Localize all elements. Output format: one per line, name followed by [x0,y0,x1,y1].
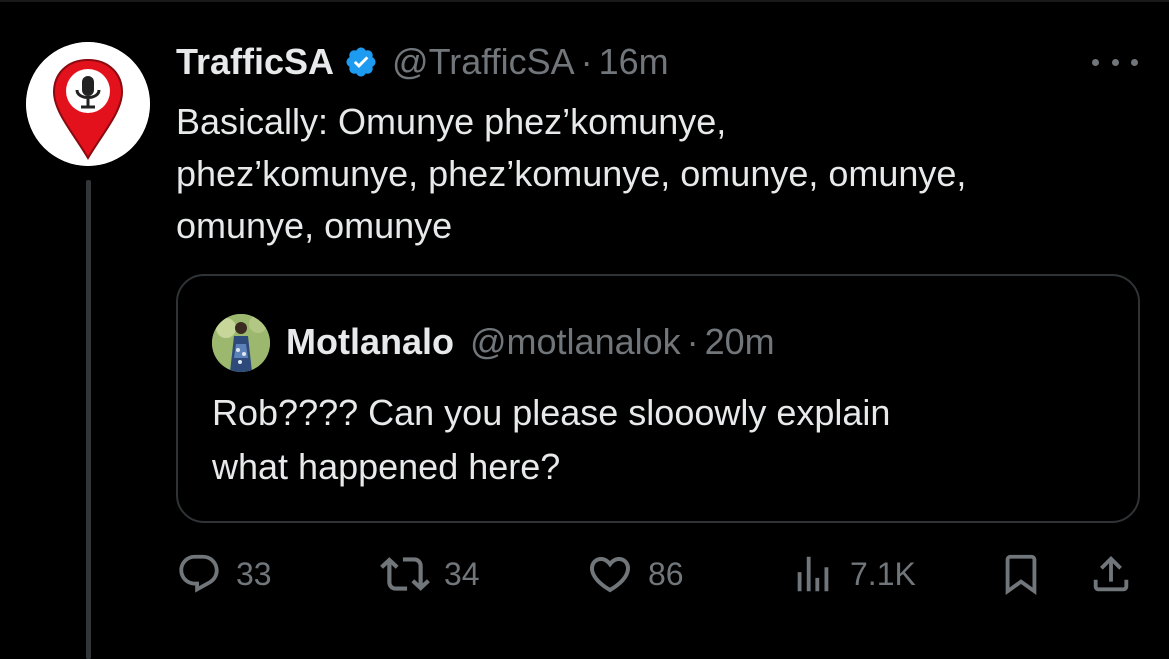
quoted-text: Rob???? Can you please slooowly explain … [212,392,891,487]
action-bar: 33 34 86 7.1K [176,548,1140,600]
views-button[interactable]: 7.1K [790,548,916,600]
tweet-text: Basically: Omunye phez’komunye, phez’kom… [176,101,967,246]
repost-count: 34 [444,555,480,592]
avatar[interactable] [26,42,150,166]
view-count: 7.1K [850,555,916,592]
share-button[interactable] [1088,548,1134,600]
heart-icon [586,550,634,598]
tweet-timestamp[interactable]: 16m [599,38,669,86]
bookmark-button[interactable] [998,548,1044,600]
quoted-timestamp[interactable]: 20m [705,318,775,366]
quoted-header-separator: · [686,321,699,362]
reply-icon [176,551,222,597]
author-name[interactable]: TrafficSA [176,38,334,86]
share-icon [1088,551,1134,597]
more-icon[interactable] [1092,50,1138,74]
author-handle[interactable]: @TrafficSA [392,38,575,86]
quoted-header: Motlanalo @motlanalok · 20m [286,318,775,366]
quoted-tweet[interactable]: Motlanalo @motlanalok · 20m Rob???? Can … [176,274,1140,523]
views-icon [790,551,836,597]
like-button[interactable]: 86 [586,548,684,600]
like-count: 86 [648,555,684,592]
quoted-avatar-image [212,314,270,372]
quoted-avatar[interactable] [212,314,270,372]
repost-button[interactable]: 34 [380,548,480,600]
bookmark-icon [998,551,1044,597]
tweet-header: TrafficSA @TrafficSA · 16m [176,38,669,86]
reply-count: 33 [236,555,272,592]
quoted-author-name[interactable]: Motlanalo [286,318,454,366]
reply-button[interactable]: 33 [176,548,272,600]
top-divider [0,0,1169,2]
verified-badge-icon[interactable] [344,45,378,79]
location-pin-microphone-logo [26,42,150,166]
thread-line [86,180,91,659]
header-separator: · [580,41,593,82]
quoted-author-handle[interactable]: @motlanalok [470,318,681,366]
repost-icon [380,549,430,599]
